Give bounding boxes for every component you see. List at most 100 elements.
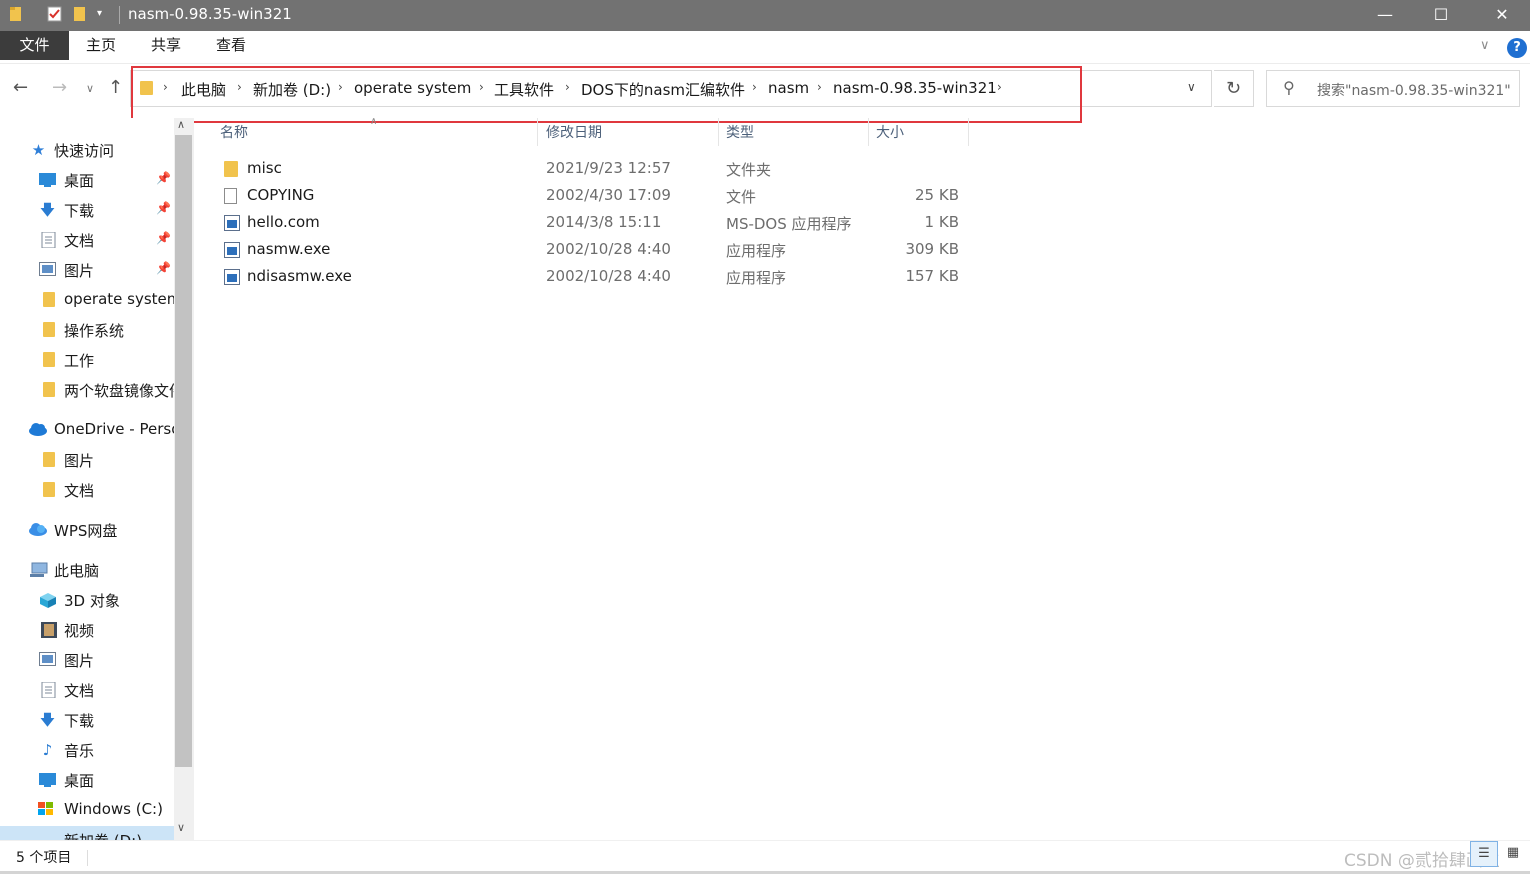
forward-arrow-icon[interactable]: →: [52, 77, 67, 98]
sidebar-item-label: 工作: [64, 352, 95, 370]
column-divider[interactable]: [537, 118, 538, 146]
breadcrumb-drive-d[interactable]: 新加卷 (D:): [253, 79, 331, 100]
sidebar-item-pc-downloads[interactable]: 🡇 下载: [0, 705, 174, 735]
tab-view[interactable]: 查看: [200, 31, 262, 60]
breadcrumb-tools[interactable]: 工具软件: [494, 79, 554, 100]
item-count: 5 个项目: [16, 850, 72, 866]
sidebar-item-drive-d[interactable]: 新加卷 (D:): [0, 825, 174, 840]
sidebar-item-operate-system[interactable]: operate system: [0, 285, 174, 315]
file-name: misc: [247, 159, 282, 177]
scrollbar-thumb[interactable]: [175, 135, 192, 767]
picture-icon: [39, 262, 56, 278]
search-box[interactable]: ⚲ 搜索"nasm-0.98.35-win321": [1266, 70, 1520, 107]
folder-icon: [40, 292, 57, 308]
sidebar-item-pc-pictures[interactable]: 图片: [0, 645, 174, 675]
breadcrumb-nasm[interactable]: nasm: [768, 79, 809, 97]
chevron-right-icon[interactable]: ›: [752, 80, 757, 94]
properties-icon[interactable]: [47, 5, 63, 25]
column-name[interactable]: 名称: [220, 122, 248, 142]
sidebar-item-documents[interactable]: 文档 📌: [0, 225, 174, 255]
sidebar-scrollbar[interactable]: ∧ ∨: [174, 118, 194, 840]
sidebar-item-3d-objects[interactable]: 3D 对象: [0, 585, 174, 615]
status-separator: [87, 850, 88, 866]
file-row[interactable]: COPYING 2002/4/30 17:09 文件 25 KB: [216, 183, 976, 210]
address-history-dropdown-icon[interactable]: ∨: [1187, 80, 1196, 94]
sidebar-item-pc-documents[interactable]: 文档: [0, 675, 174, 705]
sidebar-wps[interactable]: WPS网盘: [0, 515, 174, 545]
maximize-button[interactable]: ☐: [1413, 0, 1469, 31]
file-row[interactable]: hello.com 2014/3/8 15:11 MS-DOS 应用程序 1 K…: [216, 210, 976, 237]
sidebar-item-floppy-images[interactable]: 两个软盘镜像文件: [0, 375, 174, 405]
sidebar-item-os-cn[interactable]: 操作系统: [0, 315, 174, 345]
large-icons-view-button[interactable]: ▦: [1502, 845, 1524, 865]
folder-icon: [224, 161, 238, 177]
sidebar-item-onedrive-pictures[interactable]: 图片: [0, 445, 174, 475]
address-bar[interactable]: › 此电脑 › 新加卷 (D:) › operate system › 工具软件…: [130, 70, 1212, 107]
chevron-right-icon[interactable]: ›: [163, 80, 168, 94]
pin-icon[interactable]: 📌: [156, 231, 171, 245]
chevron-right-icon[interactable]: ›: [479, 80, 484, 94]
minimize-button[interactable]: —: [1357, 0, 1413, 31]
file-type: 应用程序: [726, 269, 787, 287]
column-header-row: ∧ 名称 修改日期 类型 大小: [194, 116, 1530, 146]
refresh-icon: ↻: [1225, 78, 1242, 99]
file-row[interactable]: ndisasmw.exe 2002/10/28 4:40 应用程序 157 KB: [216, 264, 976, 291]
chevron-right-icon[interactable]: ›: [565, 80, 570, 94]
column-date[interactable]: 修改日期: [546, 122, 602, 142]
file-size: 157 KB: [905, 267, 959, 285]
up-arrow-icon[interactable]: ↑: [108, 77, 123, 98]
computer-icon: [30, 562, 48, 578]
recent-locations-icon[interactable]: ∨: [86, 82, 94, 95]
quick-access-folder-icon[interactable]: [9, 5, 25, 25]
tab-home[interactable]: 主页: [70, 31, 132, 60]
file-name: COPYING: [247, 186, 315, 204]
sidebar-item-music[interactable]: ♪ 音乐: [0, 735, 174, 765]
sidebar-this-pc[interactable]: 此电脑: [0, 555, 174, 585]
back-arrow-icon[interactable]: ←: [13, 77, 28, 98]
search-placeholder: 搜索"nasm-0.98.35-win321": [1317, 83, 1511, 99]
scroll-down-icon[interactable]: ∨: [177, 821, 185, 834]
help-icon[interactable]: ?: [1507, 38, 1527, 58]
column-size[interactable]: 大小: [876, 122, 904, 142]
tab-file[interactable]: 文件: [0, 31, 69, 60]
sidebar-item-label: 两个软盘镜像文件: [64, 382, 174, 400]
pin-icon[interactable]: 📌: [156, 201, 171, 215]
sidebar-quick-access[interactable]: ★ 快速访问: [0, 135, 174, 165]
sidebar-item-label: 桌面: [64, 172, 95, 190]
breadcrumb-this-pc[interactable]: 此电脑: [181, 79, 226, 100]
sidebar-item-work[interactable]: 工作: [0, 345, 174, 375]
breadcrumb-operate-system[interactable]: operate system: [354, 79, 471, 97]
file-row[interactable]: misc 2021/9/23 12:57 文件夹: [216, 156, 976, 183]
column-divider[interactable]: [868, 118, 869, 146]
sidebar-item-pictures[interactable]: 图片 📌: [0, 255, 174, 285]
tab-share[interactable]: 共享: [134, 31, 198, 60]
sidebar-item-downloads[interactable]: 🡇 下载 📌: [0, 195, 174, 225]
pin-icon[interactable]: 📌: [156, 171, 171, 185]
breadcrumb-current-folder[interactable]: nasm-0.98.35-win321: [833, 79, 997, 97]
customize-quick-access-icon[interactable]: ▾: [97, 8, 109, 28]
sidebar-item-desktop[interactable]: 桌面 📌: [0, 165, 174, 195]
sidebar-item-drive-c[interactable]: Windows (C:): [0, 795, 174, 825]
cloud-icon: [28, 422, 47, 438]
column-divider[interactable]: [968, 118, 969, 146]
column-type[interactable]: 类型: [726, 122, 754, 142]
chevron-right-icon[interactable]: ›: [817, 80, 822, 94]
new-folder-icon[interactable]: [73, 5, 89, 25]
breadcrumb-dos-nasm[interactable]: DOS下的nasm汇编软件: [581, 79, 745, 100]
file-row[interactable]: nasmw.exe 2002/10/28 4:40 应用程序 309 KB: [216, 237, 976, 264]
sidebar-onedrive[interactable]: OneDrive - Personal: [0, 415, 174, 445]
chevron-right-icon[interactable]: ›: [338, 80, 343, 94]
pin-icon[interactable]: 📌: [156, 261, 171, 275]
sidebar-item-onedrive-documents[interactable]: 文档: [0, 475, 174, 505]
close-button[interactable]: ✕: [1474, 0, 1530, 31]
sidebar-item-videos[interactable]: 视频: [0, 615, 174, 645]
sidebar-item-pc-desktop[interactable]: 桌面: [0, 765, 174, 795]
column-divider[interactable]: [718, 118, 719, 146]
chevron-right-icon[interactable]: ›: [237, 80, 242, 94]
refresh-button[interactable]: ↻: [1214, 70, 1254, 107]
chevron-right-icon[interactable]: ›: [997, 80, 1002, 94]
folder-icon: [40, 352, 57, 368]
expand-ribbon-icon[interactable]: ∨: [1480, 38, 1490, 53]
details-view-button[interactable]: ☰: [1470, 841, 1498, 867]
scroll-up-icon[interactable]: ∧: [177, 118, 185, 131]
